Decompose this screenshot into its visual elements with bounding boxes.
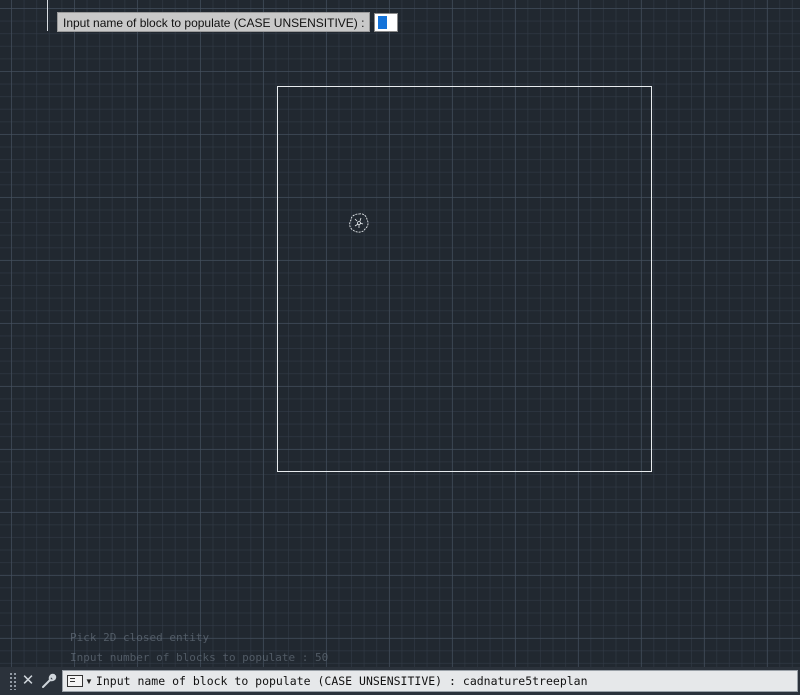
chevron-down-icon[interactable]: ▼ xyxy=(85,677,93,686)
close-icon[interactable]: ✕ xyxy=(20,671,36,691)
command-history: Pick 2D closed entity Input number of bl… xyxy=(70,628,328,668)
crosshair-cursor xyxy=(47,0,48,31)
grip-handle-icon[interactable] xyxy=(9,672,17,690)
command-line-text: Input name of block to populate (CASE UN… xyxy=(96,674,588,688)
wrench-icon[interactable] xyxy=(40,672,58,690)
dynamic-input-prompt: Input name of block to populate (CASE UN… xyxy=(57,12,371,32)
history-line: Input number of blocks to populate : 50 xyxy=(70,651,329,664)
dynamic-input-field[interactable] xyxy=(374,12,399,32)
command-input-field[interactable]: ▼ Input name of block to populate (CASE … xyxy=(62,670,798,692)
text-selection-highlight xyxy=(378,15,388,29)
dynamic-input-tooltip: Input name of block to populate (CASE UN… xyxy=(57,12,399,32)
command-line-bar: ✕ ▼ Input name of block to populate (CAS… xyxy=(0,667,800,695)
command-prompt-icon xyxy=(67,675,83,687)
command-prompt-text: Input name of block to populate (CASE UN… xyxy=(95,674,456,688)
command-input-value: cadnature5treeplan xyxy=(462,674,588,688)
closed-boundary-rectangle[interactable] xyxy=(277,86,652,472)
tree-block-symbol[interactable] xyxy=(347,212,371,234)
history-line: Pick 2D closed entity xyxy=(70,631,210,644)
